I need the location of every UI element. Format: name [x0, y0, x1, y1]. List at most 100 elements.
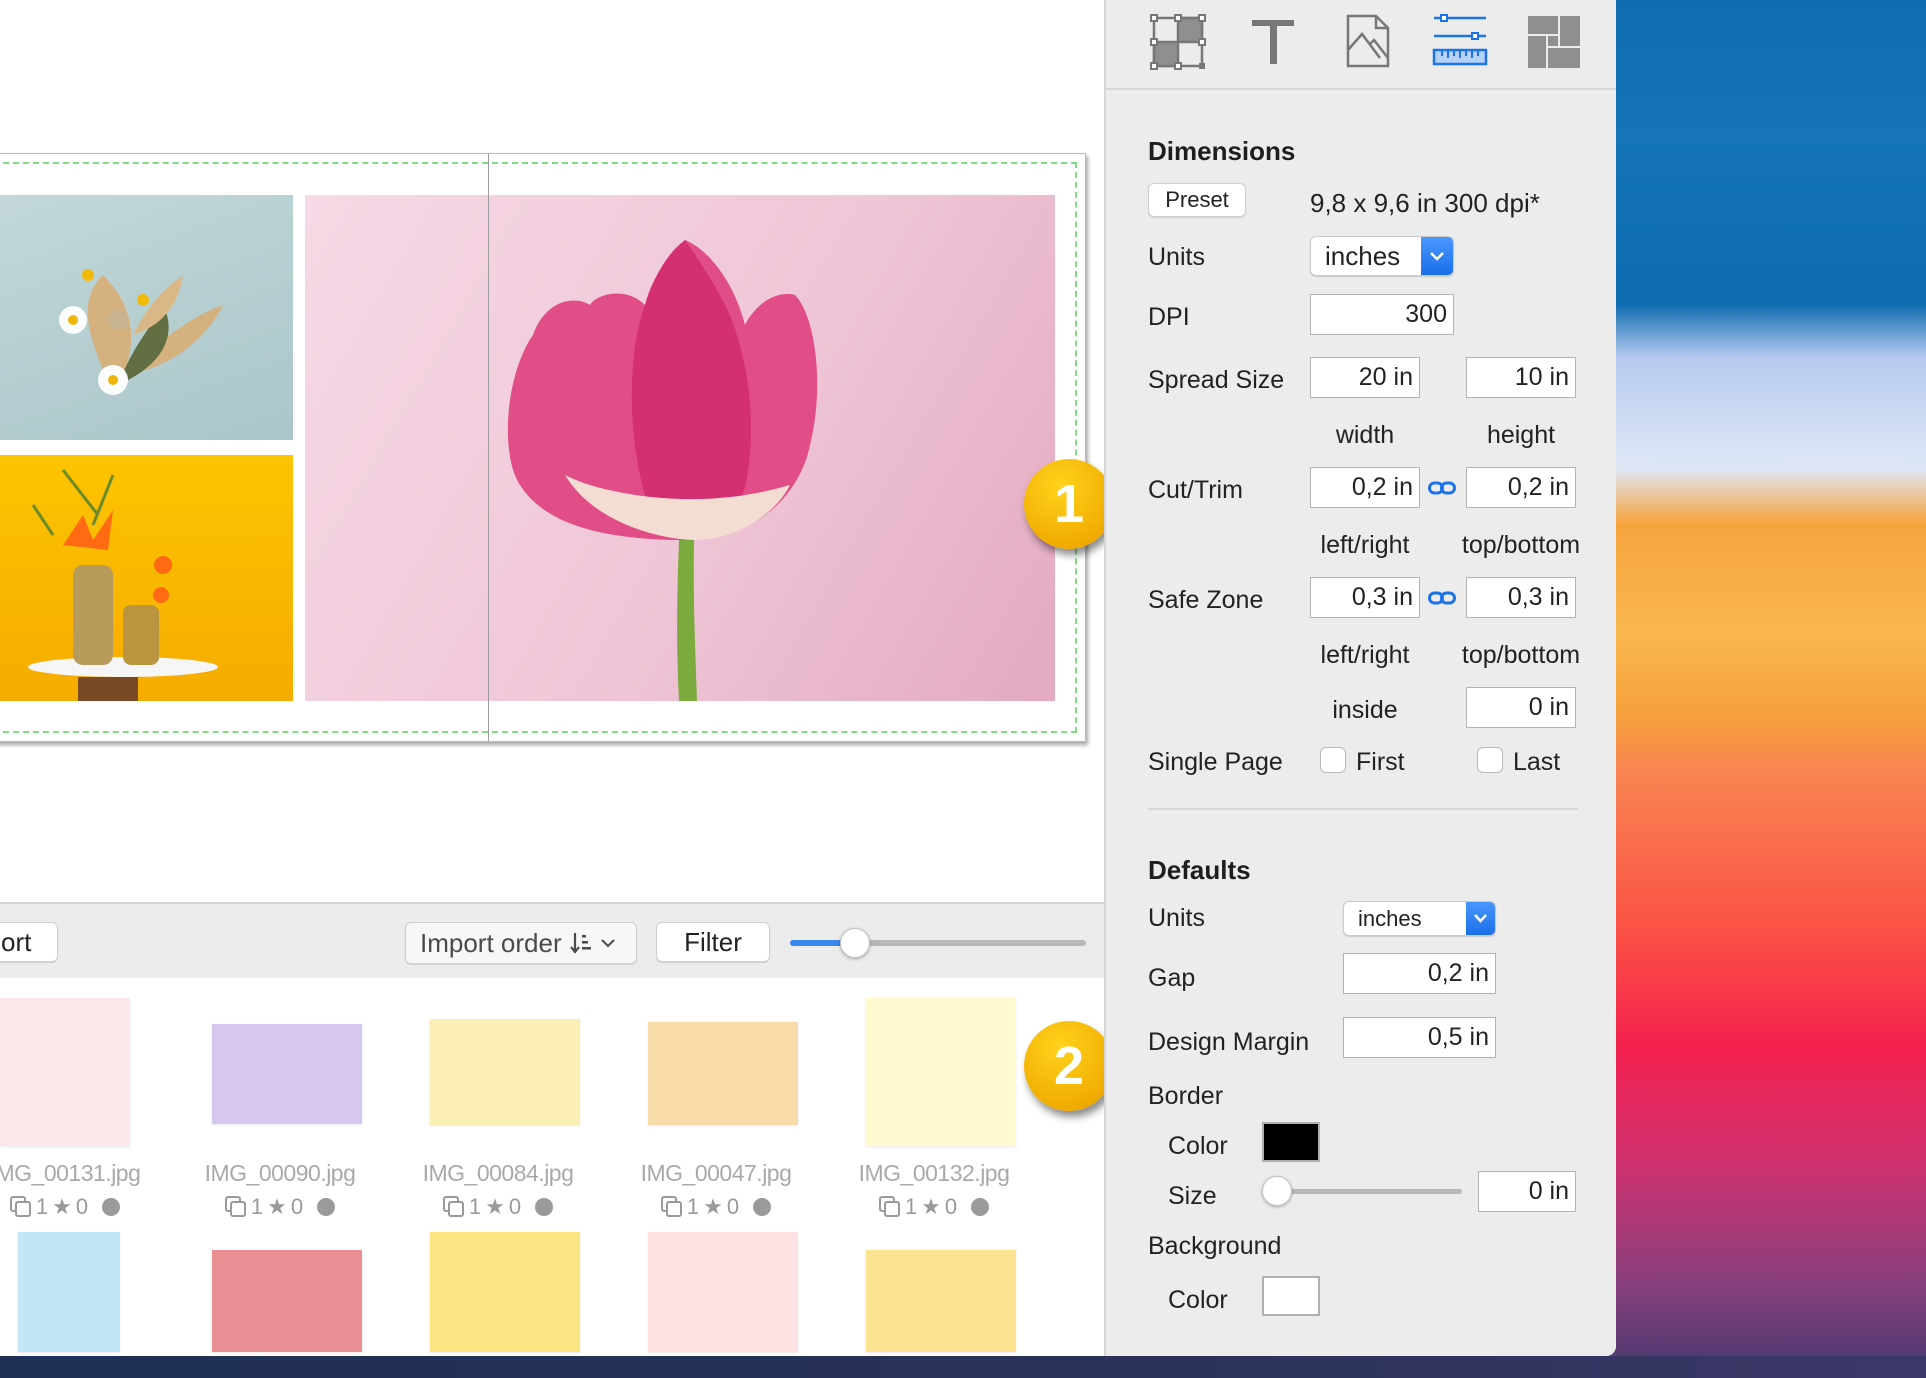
- thumbnail-size-slider-knob[interactable]: [840, 928, 870, 958]
- design-margin-input[interactable]: 0,5 in: [1343, 1017, 1496, 1058]
- spread-page[interactable]: [0, 153, 1086, 742]
- safe-zone-left-right-input[interactable]: 0,3 in: [1310, 577, 1420, 618]
- photo-thumbnail[interactable]: [430, 1019, 580, 1125]
- sort-button[interactable]: ort: [0, 922, 58, 962]
- desktop-wallpaper: [1600, 0, 1926, 1378]
- section-divider: [1148, 808, 1578, 810]
- import-order-dropdown[interactable]: Import order: [405, 922, 637, 964]
- color-label-dot[interactable]: [753, 1198, 772, 1216]
- link-chain-icon[interactable]: [1428, 481, 1456, 495]
- background-label: Background: [1148, 1232, 1282, 1260]
- templates-tab[interactable]: [1526, 14, 1582, 70]
- inside-margin-input[interactable]: 0 in: [1466, 687, 1576, 728]
- first-page-label: First: [1356, 748, 1405, 776]
- photo-thumbnail[interactable]: [18, 1232, 120, 1352]
- background-color-swatch[interactable]: [1262, 1276, 1320, 1316]
- rating-value: 0: [75, 1194, 89, 1219]
- photo-thumbnail[interactable]: [430, 1232, 580, 1352]
- usage-count: 1: [468, 1194, 482, 1219]
- usage-count-icon: [442, 1196, 464, 1217]
- usage-count-icon: [9, 1196, 31, 1217]
- chevron-down-icon: [1421, 237, 1453, 275]
- usage-count-icon: [660, 1196, 682, 1217]
- safe-zone-top-bottom-input[interactable]: 0,3 in: [1466, 577, 1576, 618]
- border-size-input[interactable]: 0 in: [1478, 1171, 1576, 1212]
- photo-meta: 1 ★ 0: [418, 1194, 578, 1220]
- photo-thumbnail[interactable]: [866, 998, 1016, 1146]
- spread-height-input[interactable]: 10 in: [1466, 357, 1576, 398]
- border-color-swatch[interactable]: [1262, 1122, 1320, 1162]
- safe-top-bottom-caption: top/bottom: [1461, 641, 1581, 669]
- usage-count-icon: [878, 1196, 900, 1217]
- photo-meta: 1 ★ 0: [636, 1194, 796, 1220]
- cut-trim-left-right-input[interactable]: 0,2 in: [1310, 467, 1420, 508]
- photo-filename: IMG_00132.jpg: [858, 1160, 1010, 1186]
- spread-width-input[interactable]: 20 in: [1310, 357, 1420, 398]
- rating-value: 0: [290, 1194, 304, 1219]
- inspector-tabs: [1106, 0, 1616, 90]
- photo-thumbnail[interactable]: [866, 1250, 1016, 1352]
- border-color-label: Color: [1168, 1132, 1228, 1160]
- photo-grid-item[interactable]: IMG_00090.jpg 1 ★ 0: [200, 978, 362, 1219]
- spread-canvas[interactable]: 1: [0, 0, 1114, 902]
- chevron-down-icon: [600, 939, 615, 948]
- photo-thumbnail[interactable]: [212, 1024, 362, 1124]
- layout-tab[interactable]: [1150, 14, 1206, 70]
- photo-grid-item[interactable]: IMG_00132.jpg 1 ★ 0: [854, 978, 1016, 1219]
- dried-flowers-photo[interactable]: [0, 195, 293, 440]
- star-icon: ★: [267, 1194, 287, 1219]
- photo-grid-item[interactable]: IMG_00084.jpg 1 ★ 0: [418, 978, 580, 1219]
- spread-fold-line: [488, 154, 489, 741]
- gap-label: Gap: [1148, 964, 1196, 992]
- rating-value: 0: [508, 1194, 522, 1219]
- photos-toolbar: ort Import order Filter: [0, 902, 1104, 978]
- border-size-slider-knob[interactable]: [1262, 1176, 1292, 1206]
- dpi-input[interactable]: 300: [1310, 294, 1454, 335]
- last-page-label: Last: [1513, 748, 1561, 776]
- dpi-label: DPI: [1148, 303, 1190, 331]
- border-size-label: Size: [1168, 1182, 1217, 1210]
- first-page-checkbox[interactable]: [1320, 747, 1346, 773]
- width-caption: width: [1335, 421, 1395, 449]
- annotation-badge-2: 2: [1024, 1021, 1114, 1111]
- color-label-dot[interactable]: [317, 1198, 336, 1216]
- cut-trim-label: Cut/Trim: [1148, 476, 1243, 504]
- image-tab[interactable]: [1340, 14, 1396, 70]
- border-size-slider[interactable]: [1266, 1189, 1462, 1194]
- preset-button-label: Preset: [1165, 187, 1229, 212]
- text-icon: [1252, 20, 1294, 64]
- preset-summary: 9,8 x 9,6 in 300 dpi*: [1310, 188, 1540, 218]
- photo-filename: IMG_00047.jpg: [640, 1160, 792, 1186]
- photo-grid-item[interactable]: IMG_00047.jpg 1 ★ 0: [636, 978, 798, 1219]
- photo-thumbnail[interactable]: [648, 1232, 798, 1352]
- photo-thumbnail[interactable]: [0, 998, 130, 1146]
- color-label-dot[interactable]: [102, 1198, 121, 1216]
- gap-input[interactable]: 0,2 in: [1343, 953, 1496, 994]
- photo-thumbnail[interactable]: [212, 1250, 362, 1352]
- units-select[interactable]: inches: [1310, 236, 1454, 276]
- photo-thumbnail[interactable]: [648, 1022, 798, 1125]
- vase-flowers-photo[interactable]: [0, 455, 293, 701]
- text-tab[interactable]: [1246, 14, 1302, 70]
- filter-button[interactable]: Filter: [656, 922, 770, 962]
- preset-button[interactable]: Preset: [1148, 183, 1246, 217]
- usage-count: 1: [686, 1194, 700, 1219]
- cut-trim-top-bottom-input[interactable]: 0,2 in: [1466, 467, 1576, 508]
- star-icon: ★: [921, 1194, 941, 1219]
- photo-grid-item[interactable]: IMG_00131.jpg 1 ★ 0: [0, 978, 145, 1219]
- color-label-dot[interactable]: [971, 1198, 990, 1216]
- pink-tulip-photo[interactable]: [305, 195, 1055, 701]
- desktop-dock-strip: [0, 1356, 1926, 1378]
- photo-meta: 1 ★ 0: [200, 1194, 360, 1220]
- app-window: 1 ort Import order Filter IMG_00131.jpg 1: [0, 0, 1616, 1356]
- design-margin-label: Design Margin: [1148, 1028, 1310, 1056]
- settings-tab[interactable]: [1432, 14, 1488, 70]
- rating-value: 0: [726, 1194, 740, 1219]
- usage-count-icon: [224, 1196, 246, 1217]
- color-label-dot[interactable]: [535, 1198, 554, 1216]
- defaults-units-select[interactable]: inches: [1343, 901, 1496, 936]
- last-page-checkbox[interactable]: [1477, 747, 1503, 773]
- link-chain-icon[interactable]: [1428, 591, 1456, 605]
- photo-grid: IMG_00131.jpg 1 ★ 0 IMG_00090.jpg 1 ★ 0 IMG_0008…: [0, 978, 1114, 1356]
- photo-filename: IMG_00090.jpg: [204, 1160, 356, 1186]
